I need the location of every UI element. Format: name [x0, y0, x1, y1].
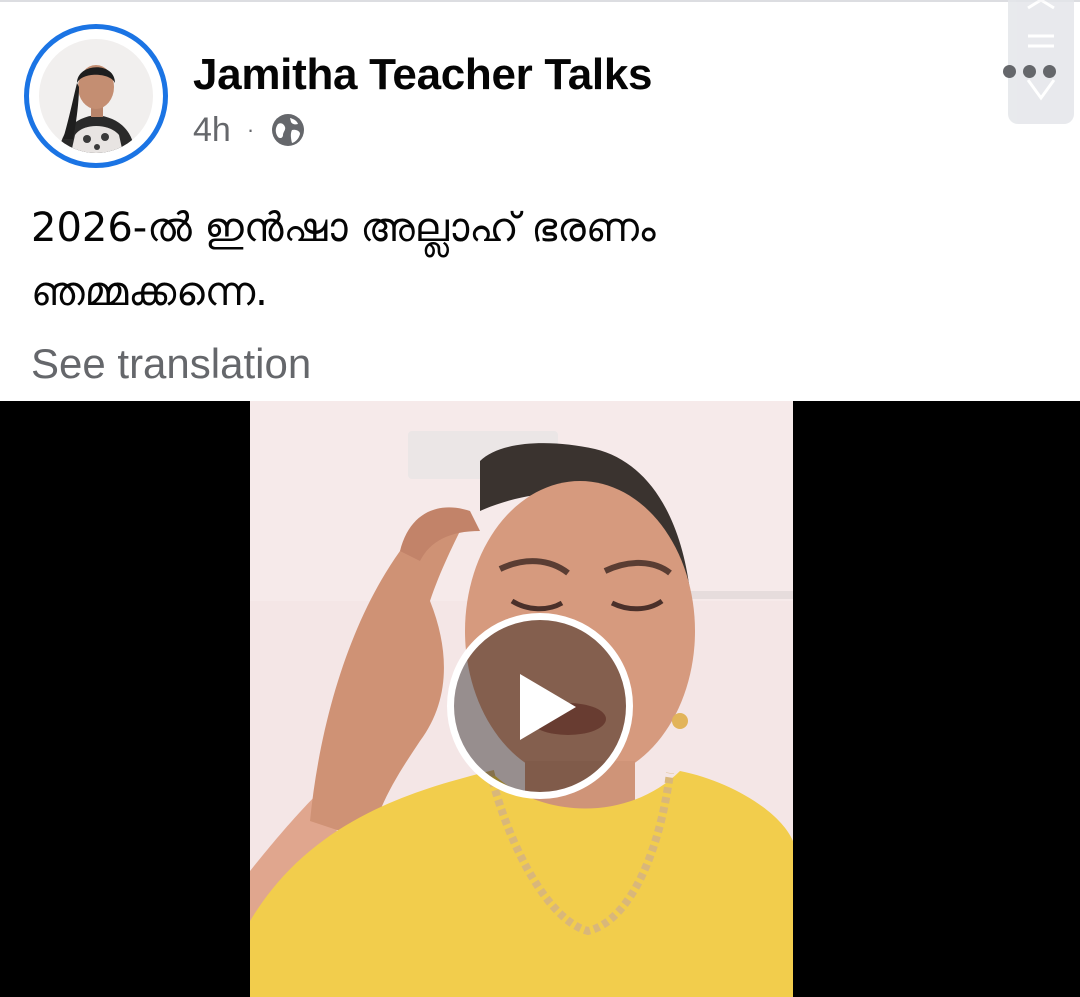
- avatar-photo: [39, 39, 153, 153]
- play-button[interactable]: [447, 613, 633, 799]
- globe-icon: [272, 114, 305, 146]
- facebook-post: Jamitha Teacher Talks 4h · 2026-ൽ ഇൻഷാ അ…: [0, 0, 1080, 997]
- more-options-icon[interactable]: [998, 56, 1060, 86]
- more-dot: [1002, 64, 1016, 78]
- see-translation-link[interactable]: See translation: [31, 340, 311, 388]
- post-timestamp[interactable]: 4h: [193, 111, 231, 150]
- author-name[interactable]: Jamitha Teacher Talks: [193, 50, 652, 100]
- video-player[interactable]: [0, 401, 1080, 997]
- post-text-line: ഞമ്മക്കന്നെ.: [31, 269, 268, 315]
- author-avatar[interactable]: [24, 24, 168, 168]
- post-text-line: 2026-ൽ ഇൻഷാ അല്ലാഹ് ഭരണം: [31, 205, 656, 251]
- post-meta: 4h ·: [193, 110, 306, 150]
- post-text: 2026-ൽ ഇൻഷാ അല്ലാഹ് ഭരണം ഞമ്മക്കന്നെ.: [31, 196, 1031, 324]
- play-icon: [520, 674, 576, 740]
- more-dot: [1022, 64, 1036, 78]
- meta-separator: ·: [246, 117, 255, 142]
- top-divider: [0, 0, 1080, 2]
- more-dot: [1042, 64, 1056, 78]
